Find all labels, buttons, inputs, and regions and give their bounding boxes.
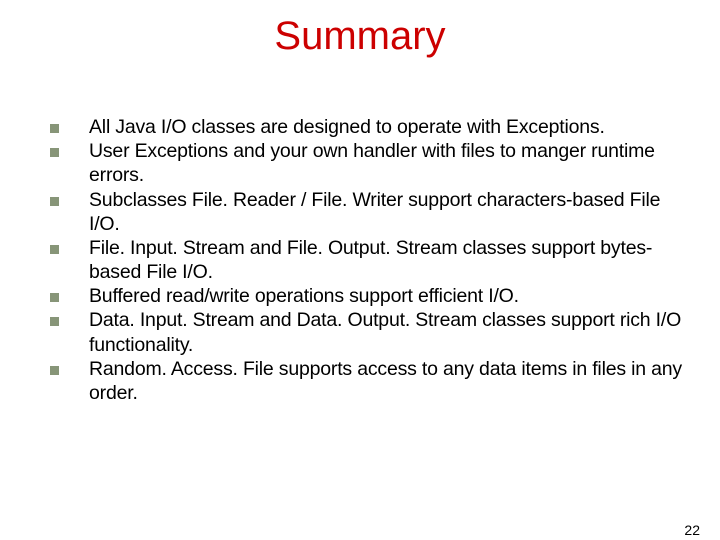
bullet-icon [50, 148, 59, 157]
bullet-text: File. Input. Stream and File. Output. St… [89, 236, 696, 284]
page-number: 22 [684, 522, 700, 538]
list-item: Buffered read/write operations support e… [50, 284, 696, 308]
bullet-icon [50, 366, 59, 375]
bullet-text: All Java I/O classes are designed to ope… [89, 115, 696, 139]
bullet-text: Buffered read/write operations support e… [89, 284, 696, 308]
slide: Summary All Java I/O classes are designe… [0, 14, 720, 540]
bullet-text: Subclasses File. Reader / File. Writer s… [89, 188, 696, 236]
list-item: Subclasses File. Reader / File. Writer s… [50, 188, 696, 236]
bullet-icon [50, 197, 59, 206]
bullet-icon [50, 293, 59, 302]
bullet-icon [50, 245, 59, 254]
list-item: Random. Access. File supports access to … [50, 357, 696, 405]
list-item: File. Input. Stream and File. Output. St… [50, 236, 696, 284]
bullet-text: Random. Access. File supports access to … [89, 357, 696, 405]
list-item: All Java I/O classes are designed to ope… [50, 115, 696, 139]
bullet-text: User Exceptions and your own handler wit… [89, 139, 696, 187]
bullet-list: All Java I/O classes are designed to ope… [0, 115, 720, 405]
bullet-text: Data. Input. Stream and Data. Output. St… [89, 308, 696, 356]
list-item: User Exceptions and your own handler wit… [50, 139, 696, 187]
list-item: Data. Input. Stream and Data. Output. St… [50, 308, 696, 356]
slide-title: Summary [0, 14, 720, 59]
bullet-icon [50, 317, 59, 326]
bullet-icon [50, 124, 59, 133]
